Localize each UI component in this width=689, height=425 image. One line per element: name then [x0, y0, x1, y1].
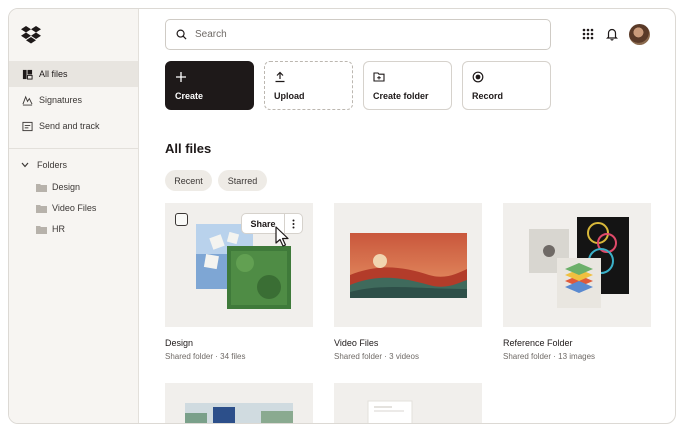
card-design-meta: Shared folder · 34 files	[165, 352, 246, 361]
folder-icon	[36, 183, 47, 192]
upload-button[interactable]: Upload	[264, 61, 353, 110]
card-row2-2-thumbnail[interactable]	[334, 383, 482, 423]
main-content: Search Create Upload Create folder Recor…	[139, 9, 675, 423]
sidebar-item-label: All files	[39, 69, 68, 79]
create-folder-icon	[373, 72, 385, 82]
filter-recent[interactable]: Recent	[165, 170, 212, 191]
sidebar-item-label: Signatures	[39, 95, 83, 105]
search-input[interactable]: Search	[165, 19, 551, 50]
folders-section-toggle[interactable]: Folders	[21, 160, 67, 170]
reference-artwork-image	[529, 217, 629, 308]
search-placeholder: Search	[195, 29, 227, 40]
more-vertical-icon	[292, 219, 295, 228]
create-label: Create	[175, 91, 204, 101]
card-video-files-name[interactable]: Video Files	[334, 338, 378, 348]
sidebar-item-label: Send and track	[39, 121, 100, 131]
create-button[interactable]: Create	[165, 61, 254, 110]
search-icon	[176, 29, 187, 40]
folder-label: Video Files	[52, 203, 97, 213]
sidebar-divider	[9, 148, 138, 149]
record-label: Record	[472, 91, 504, 101]
folder-label: Design	[52, 182, 81, 192]
app-window: All files Signatures Send and track Fold…	[8, 8, 676, 424]
files-icon	[21, 68, 33, 80]
signature-icon	[21, 94, 33, 106]
apps-grid-icon[interactable]	[581, 27, 595, 41]
folder-label: HR	[52, 224, 65, 234]
sidebar-folder-hr[interactable]: HR	[36, 224, 65, 234]
folder-icon	[36, 225, 47, 234]
bell-icon[interactable]	[605, 27, 619, 41]
sidebar-item-send-and-track[interactable]: Send and track	[9, 113, 138, 139]
chevron-down-icon	[21, 162, 31, 168]
record-icon	[472, 71, 484, 83]
send-track-icon	[21, 120, 33, 132]
create-folder-button[interactable]: Create folder	[363, 61, 452, 110]
card-video-files-meta: Shared folder · 3 videos	[334, 352, 419, 361]
sidebar-folder-design[interactable]: Design	[36, 182, 80, 192]
sidebar: All files Signatures Send and track Fold…	[9, 9, 139, 423]
sidebar-item-signatures[interactable]: Signatures	[9, 87, 138, 113]
folder-icon	[36, 204, 47, 213]
select-checkbox[interactable]	[175, 213, 188, 226]
share-button-group: Share	[241, 213, 303, 234]
record-button[interactable]: Record	[462, 61, 551, 110]
create-folder-label: Create folder	[373, 91, 429, 101]
upload-icon	[275, 71, 285, 83]
page-title: All files	[165, 141, 212, 156]
card-reference-folder-meta: Shared folder · 13 images	[503, 352, 596, 361]
card-design-name[interactable]: Design	[165, 338, 193, 348]
dropbox-logo-icon[interactable]	[21, 26, 41, 44]
plus-icon	[176, 72, 186, 82]
avatar[interactable]	[629, 24, 650, 45]
card-reference-folder-thumbnail[interactable]	[503, 203, 651, 327]
sidebar-item-all-files[interactable]: All files	[9, 61, 138, 87]
mouse-pointer-icon	[275, 226, 289, 247]
folders-heading: Folders	[37, 160, 68, 170]
video-artwork-image	[350, 233, 467, 298]
card-row2-1-thumbnail[interactable]	[165, 383, 313, 423]
upload-label: Upload	[274, 91, 305, 101]
building-artwork-image	[185, 403, 293, 423]
filter-starred[interactable]: Starred	[218, 170, 267, 191]
card-video-files-thumbnail[interactable]	[334, 203, 482, 327]
card-design-thumbnail[interactable]: Share	[165, 203, 313, 327]
card-reference-folder-name[interactable]: Reference Folder	[503, 338, 573, 348]
sidebar-folder-video-files[interactable]: Video Files	[36, 203, 96, 213]
document-artwork-image	[367, 400, 413, 423]
